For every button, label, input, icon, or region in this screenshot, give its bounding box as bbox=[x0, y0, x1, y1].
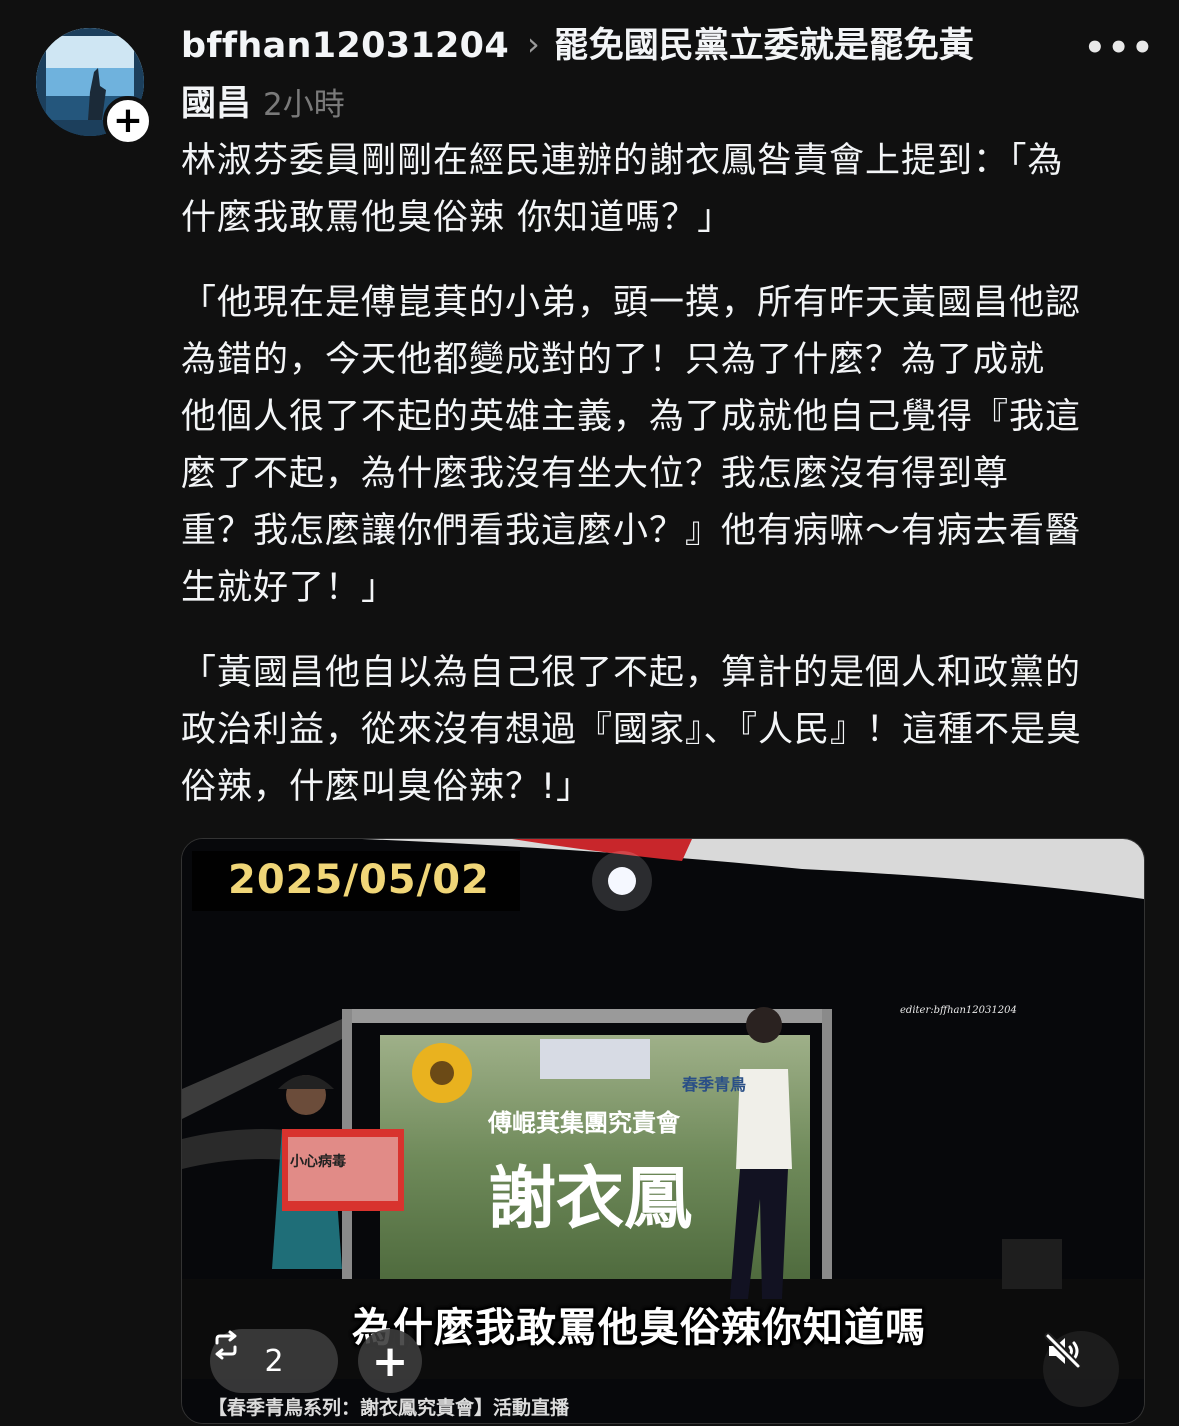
text-line: 他個人很了不起的英雄主義，為了成就他自己覺得『我這 bbox=[181, 397, 1082, 437]
sign-text: 小心病毒 bbox=[290, 1154, 346, 1170]
video-player[interactable]: 2025/05/02 editer:bffhan12031204 春季青鳥 傅崐… bbox=[181, 838, 1145, 1424]
text-line: 麼了不起，為什麼我沒有坐大位？我怎麼沒有得到尊 bbox=[181, 454, 1010, 494]
post-body: 林淑芬委員剛剛在經民連辦的謝衣鳳咎責會上提到：「為 什麼我敢罵他臭俗辣 你知道嗎… bbox=[181, 133, 1146, 844]
text-line: 「黃國昌他自以為自己很了不起，算計的是個人和政黨的 bbox=[181, 653, 1082, 693]
banner-small-text: 春季青鳥 bbox=[682, 1075, 747, 1094]
text-line: 俗辣，什麼叫臭俗辣？!」 bbox=[181, 767, 593, 807]
text-line: 重？我怎麼讓你們看我這麼小？』他有病嘛～有病去看醫 bbox=[181, 511, 1082, 551]
username-link[interactable]: bffhan12031204 bbox=[181, 26, 509, 66]
video-caption: 【春季青鳥系列：謝衣鳳究責會】活動直播 bbox=[208, 1397, 570, 1419]
follow-plus-icon[interactable]: + bbox=[103, 96, 153, 146]
repost-icon bbox=[215, 1330, 237, 1360]
text-line: 為錯的，今天他都變成對的了！只為了什麼？為了成就 bbox=[181, 340, 1046, 380]
paragraph-1: 林淑芬委員剛剛在經民連辦的謝衣鳳咎責會上提到：「為 什麼我敢罵他臭俗辣 你知道嗎… bbox=[181, 133, 1146, 247]
more-icon[interactable]: ••• bbox=[1084, 28, 1153, 68]
paragraph-3: 「黃國昌他自以為自己很了不起，算計的是個人和政黨的 政治利益，從來沒有想過『國家… bbox=[181, 645, 1146, 816]
post-time: 2小時 bbox=[263, 87, 345, 123]
video-subtitle: 為什麼我敢罵他臭俗辣你知道嗎 bbox=[352, 1305, 926, 1351]
paragraph-2: 「他現在是傅崑萁的小弟，頭一摸，所有昨天黃國昌他認 為錯的，今天他都變成對的了！… bbox=[181, 275, 1146, 617]
chevron-right-icon: › bbox=[526, 25, 540, 63]
text-line: 「他現在是傅崑萁的小弟，頭一摸，所有昨天黃國昌他認 bbox=[181, 283, 1082, 323]
add-button[interactable]: + bbox=[358, 1329, 422, 1393]
text-line: 生就好了！」 bbox=[181, 568, 398, 608]
post-header: bffhan12031204 › 罷免國民黨立委就是罷免黃 國昌 2小時 bbox=[181, 20, 1071, 136]
date-overlay: 2025/05/02 bbox=[228, 857, 490, 903]
plus-icon: + bbox=[371, 1335, 409, 1387]
repost-button[interactable]: 2 bbox=[210, 1329, 338, 1393]
banner-mid-text: 傅崐萁集團究責會 bbox=[488, 1109, 680, 1137]
banner-big-text: 謝衣鳳 bbox=[488, 1160, 693, 1239]
text-line: 林淑芬委員剛剛在經民連辦的謝衣鳳咎責會上提到：「為 bbox=[181, 141, 1064, 181]
topic-link[interactable]: 罷免國民黨立委就是罷免黃 bbox=[554, 26, 974, 66]
text-line: 什麼我敢罵他臭俗辣 你知道嗎？」 bbox=[181, 198, 734, 238]
speaker-muted-icon bbox=[1044, 1332, 1082, 1370]
editor-watermark: editer:bffhan12031204 bbox=[900, 1005, 1017, 1016]
mute-button[interactable] bbox=[1043, 1331, 1119, 1407]
text-line: 政治利益，從來沒有想過『國家』、『人民』！這種不是臭 bbox=[181, 710, 1083, 750]
repost-count: 2 bbox=[264, 1343, 284, 1379]
topic-link-cont[interactable]: 國昌 bbox=[181, 84, 251, 124]
